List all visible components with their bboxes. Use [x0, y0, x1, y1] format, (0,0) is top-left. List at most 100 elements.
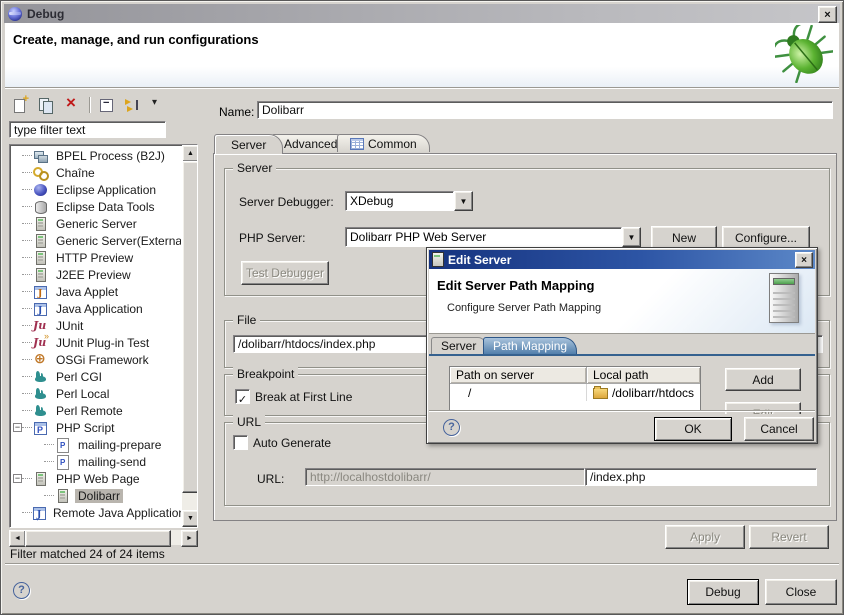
- tree-vertical-scrollbar[interactable]: ▲ ▼: [182, 145, 197, 527]
- path-mapping-table: Path on server Local path / /dolibarr/ht…: [449, 366, 701, 412]
- apply-button[interactable]: Apply: [665, 525, 745, 549]
- column-header-path-on-server[interactable]: Path on server: [450, 367, 587, 384]
- duplicate-configuration-button[interactable]: [35, 95, 57, 115]
- edit-server-tab-strip: Server Path Mapping: [429, 335, 815, 356]
- page-title: Create, manage, and run configurations: [13, 32, 259, 47]
- server-debugger-combo[interactable]: XDebug ▼: [345, 191, 473, 211]
- phpwin-icon: [33, 420, 49, 436]
- tree-item[interactable]: − PHP Web Page: [11, 470, 181, 487]
- cancel-button[interactable]: Cancel: [744, 417, 814, 441]
- path-mapping-row[interactable]: / /dolibarr/htdocs: [450, 384, 700, 401]
- tree-item[interactable]: OSGi Framework: [11, 351, 181, 368]
- debug-button[interactable]: Debug: [687, 579, 759, 605]
- tab-common[interactable]: Common: [337, 134, 430, 152]
- edit-server-close-button[interactable]: ×: [795, 252, 813, 268]
- collapse-all-button[interactable]: [96, 95, 118, 115]
- combo-arrow-icon[interactable]: ▼: [454, 191, 473, 211]
- scroll-down-button[interactable]: ▼: [182, 510, 198, 527]
- db-icon: [33, 199, 49, 215]
- scroll-left-button[interactable]: ◄: [9, 530, 26, 547]
- new-configuration-button[interactable]: [9, 95, 31, 115]
- test-debugger-button[interactable]: Test Debugger: [241, 261, 329, 285]
- filter-input[interactable]: [9, 121, 166, 138]
- revert-button[interactable]: Revert: [749, 525, 829, 549]
- php-server-value[interactable]: Dolibarr PHP Web Server: [345, 227, 622, 247]
- tree-item[interactable]: Eclipse Data Tools: [11, 198, 181, 215]
- file-group-legend: File: [233, 313, 260, 327]
- combo-arrow-icon[interactable]: ▼: [622, 227, 641, 247]
- tree-item[interactable]: JUnit Plug-in Test: [11, 334, 181, 351]
- perl-icon: [33, 386, 49, 402]
- folder-icon: [593, 388, 608, 399]
- collapse-all-icon: [98, 97, 116, 113]
- column-header-local-path[interactable]: Local path: [587, 367, 700, 384]
- auto-generate-checkbox[interactable]: [233, 435, 248, 450]
- tree-item[interactable]: Remote Java Application: [11, 504, 181, 521]
- tree-item-label: Generic Server(External La: [53, 234, 181, 248]
- server-group-legend: Server: [233, 161, 276, 175]
- tree-horizontal-scrollbar[interactable]: ◄ ►: [9, 530, 198, 545]
- tree-item[interactable]: JUnit: [11, 317, 181, 334]
- tree-item-label: PHP Web Page: [53, 472, 143, 486]
- break-first-line-checkbox[interactable]: [235, 389, 250, 404]
- delete-configuration-button[interactable]: [61, 95, 83, 115]
- url-path-input[interactable]: [585, 468, 817, 486]
- tree-item[interactable]: Dolibarr: [11, 487, 181, 504]
- ok-button[interactable]: OK: [654, 417, 732, 441]
- toolbar-menu-button[interactable]: [148, 95, 170, 115]
- dialog-tab-path-mapping[interactable]: Path Mapping: [483, 337, 577, 354]
- dialog-tab-path-mapping-label: Path Mapping: [493, 339, 567, 353]
- eclipse-app-icon: [8, 7, 22, 21]
- configurations-tree[interactable]: BPEL Process (B2J) Chaîne Eclipse Applic…: [9, 144, 198, 528]
- tree-item-label: Java Applet: [53, 285, 121, 299]
- horizontal-scroll-thumb[interactable]: [25, 530, 171, 547]
- tree-item[interactable]: − PHP Script: [11, 419, 181, 436]
- tree-item[interactable]: Eclipse Application: [11, 181, 181, 198]
- help-icon[interactable]: ?: [13, 582, 30, 599]
- table-icon: [350, 138, 364, 150]
- url-base-input[interactable]: [305, 468, 585, 486]
- tree-viewport[interactable]: BPEL Process (B2J) Chaîne Eclipse Applic…: [11, 147, 181, 527]
- edit-server-title-bar[interactable]: Edit Server ×: [429, 250, 815, 269]
- tree-item[interactable]: BPEL Process (B2J): [11, 147, 181, 164]
- tree-item[interactable]: Java Applet: [11, 283, 181, 300]
- tree-item[interactable]: mailing-send: [11, 453, 181, 470]
- tree-item[interactable]: Generic Server: [11, 215, 181, 232]
- name-input[interactable]: [257, 101, 833, 119]
- add-mapping-button[interactable]: Add: [725, 368, 801, 391]
- tree-item-label: Remote Java Application: [50, 506, 181, 520]
- auto-generate-label: Auto Generate: [253, 436, 331, 450]
- tree-item[interactable]: J2EE Preview: [11, 266, 181, 283]
- scroll-right-button[interactable]: ►: [181, 530, 198, 547]
- tree-expander[interactable]: −: [13, 474, 22, 483]
- close-button[interactable]: Close: [765, 579, 837, 605]
- toolbar-separator: [89, 97, 90, 113]
- url-label: URL:: [257, 472, 284, 486]
- tree-item-label: mailing-send: [75, 455, 149, 469]
- tree-item[interactable]: mailing-prepare: [11, 436, 181, 453]
- tree-item[interactable]: Chaîne: [11, 164, 181, 181]
- window-title-bar[interactable]: Debug ×: [4, 4, 840, 23]
- tree-item[interactable]: Java Application: [11, 300, 181, 317]
- tree-item[interactable]: Perl CGI: [11, 368, 181, 385]
- php-server-combo[interactable]: Dolibarr PHP Web Server ▼: [345, 227, 641, 247]
- tree-item-label: Perl CGI: [53, 370, 105, 384]
- tree-item-label: J2EE Preview: [53, 268, 134, 282]
- vertical-scroll-thumb[interactable]: [182, 161, 198, 493]
- eclipse-icon: [33, 182, 49, 198]
- tree-item-label: JUnit Plug-in Test: [53, 336, 152, 350]
- filter-button[interactable]: [122, 95, 144, 115]
- tree-item[interactable]: Perl Remote: [11, 402, 181, 419]
- tree-item[interactable]: Perl Local: [11, 385, 181, 402]
- scroll-up-button[interactable]: ▲: [182, 145, 198, 162]
- window-close-button[interactable]: ×: [818, 6, 837, 23]
- server-debugger-value[interactable]: XDebug: [345, 191, 454, 211]
- tree-item[interactable]: HTTP Preview: [11, 249, 181, 266]
- dialog-help-icon[interactable]: ?: [443, 419, 460, 436]
- tab-server[interactable]: Server: [214, 134, 283, 154]
- tree-expander[interactable]: −: [13, 423, 22, 432]
- dialog-tab-server[interactable]: Server: [431, 337, 486, 354]
- php-server-label: PHP Server:: [239, 231, 305, 245]
- server-debugger-label: Server Debugger:: [239, 195, 334, 209]
- tree-item[interactable]: Generic Server(External La: [11, 232, 181, 249]
